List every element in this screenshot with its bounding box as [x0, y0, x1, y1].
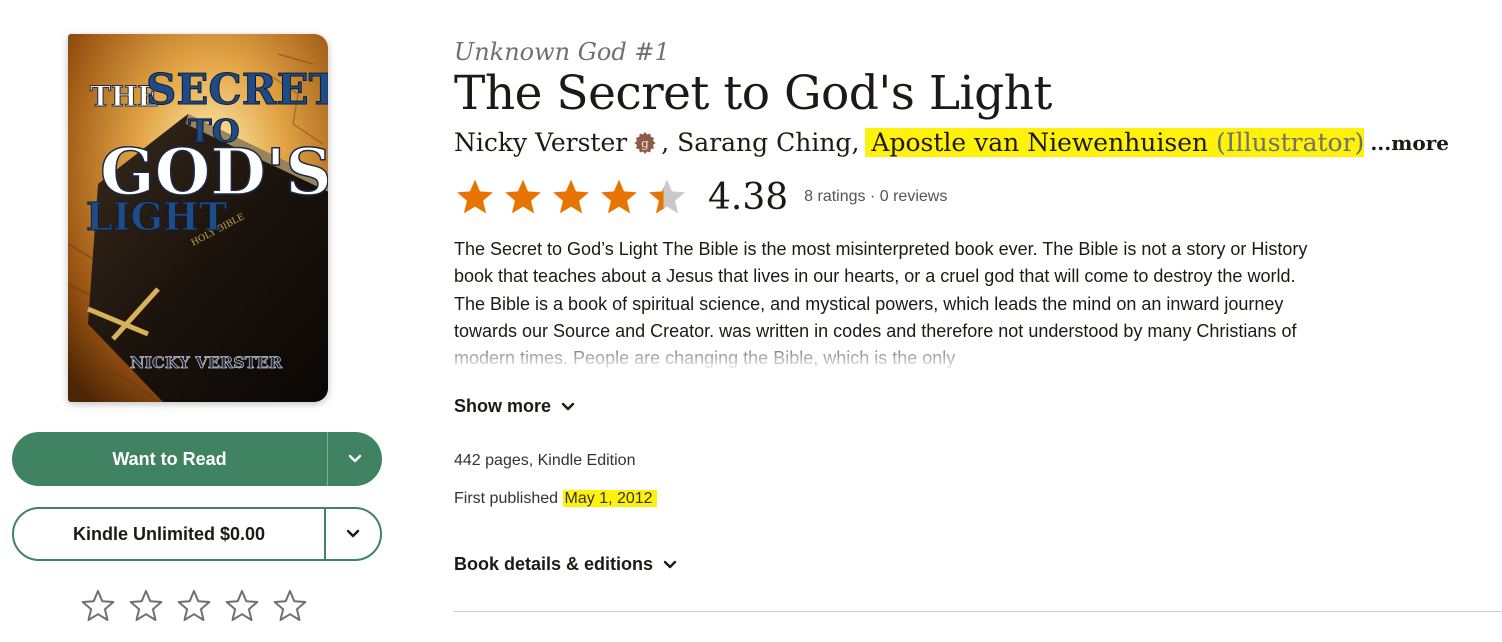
rate-star-5-icon[interactable] — [272, 588, 308, 624]
rate-this-book-stars — [80, 588, 308, 624]
highlighted-contributor: Apostle van Niewenhuisen (Illustrator) — [865, 128, 1365, 157]
first-published-label: First published — [454, 490, 559, 507]
star-filled-icon — [502, 176, 544, 218]
publication-info: First published May 1, 2012 — [454, 490, 657, 508]
pages-format: 442 pages, Kindle Edition — [454, 452, 636, 469]
rate-star-4-icon[interactable] — [224, 588, 260, 624]
chevron-down-icon — [348, 454, 362, 463]
star-filled-icon — [598, 176, 640, 218]
left-column: HOLY BIBLE THE SECRET TO GOD'S LIGHT NIC… — [0, 0, 400, 642]
contributors-line: Nicky Verster g , Sarang Ching , Apostle… — [454, 128, 1449, 157]
shelf-dropdown-button[interactable] — [327, 432, 382, 486]
chevron-down-icon — [561, 402, 575, 410]
want-to-read-button-group: Want to Read — [12, 432, 382, 486]
author-separator: , — [661, 128, 670, 157]
kindle-unlimited-button[interactable]: Kindle Unlimited $0.00 — [14, 509, 324, 559]
show-more-label: Show more — [454, 396, 552, 416]
star-filled-icon — [454, 176, 496, 218]
star-filled-icon — [550, 176, 592, 218]
chevron-down-icon — [346, 529, 360, 538]
cover-author-text: NICKY VERSTER — [130, 353, 283, 372]
first-published-date: May 1, 2012 — [562, 490, 657, 507]
rate-star-3-icon[interactable] — [176, 588, 212, 624]
section-divider — [454, 611, 1502, 612]
svg-text:g: g — [641, 136, 649, 150]
star-partial-icon — [646, 176, 688, 218]
average-rating-stars[interactable] — [454, 176, 688, 218]
series-link[interactable]: Unknown God #1 — [454, 38, 670, 66]
more-contributors-link[interactable]: ...more — [1370, 131, 1449, 155]
rate-star-2-icon[interactable] — [128, 588, 164, 624]
author-link-2[interactable]: Sarang Ching — [677, 128, 851, 157]
ratings-count-link[interactable]: 8 ratings · 0 reviews — [804, 188, 947, 205]
author-link-1[interactable]: Nicky Verster — [454, 128, 627, 157]
contributor-role: (Illustrator) — [1216, 128, 1365, 157]
rate-star-1-icon[interactable] — [80, 588, 116, 624]
chevron-down-icon — [663, 560, 677, 568]
cover-title-light: LIGHT — [86, 194, 227, 239]
goodreads-author-icon: g — [633, 131, 657, 155]
book-title: The Secret to God's Light — [454, 66, 1052, 121]
book-cover[interactable]: HOLY BIBLE THE SECRET TO GOD'S LIGHT NIC… — [68, 34, 328, 402]
ratings-reviews-count: 8 ratings · 0 reviews — [804, 188, 947, 206]
rating-summary: 4.38 8 ratings · 0 reviews — [454, 176, 947, 218]
book-details-label: Book details & editions — [454, 554, 654, 574]
author-link-3[interactable]: Apostle van Niewenhuisen — [865, 128, 1208, 157]
description-fade — [454, 340, 1334, 372]
book-details-editions-button[interactable]: Book details & editions — [454, 554, 677, 575]
average-rating-value: 4.38 — [708, 176, 789, 218]
kindle-unlimited-button-group: Kindle Unlimited $0.00 — [12, 507, 382, 561]
author-separator: , — [851, 128, 860, 157]
want-to-read-button[interactable]: Want to Read — [12, 432, 327, 486]
show-more-button[interactable]: Show more — [454, 396, 575, 417]
buy-options-dropdown-button[interactable] — [324, 509, 380, 559]
cover-title-secret: SECRET — [146, 65, 328, 114]
book-cover-art: HOLY BIBLE THE SECRET TO GOD'S LIGHT NIC… — [68, 34, 328, 402]
